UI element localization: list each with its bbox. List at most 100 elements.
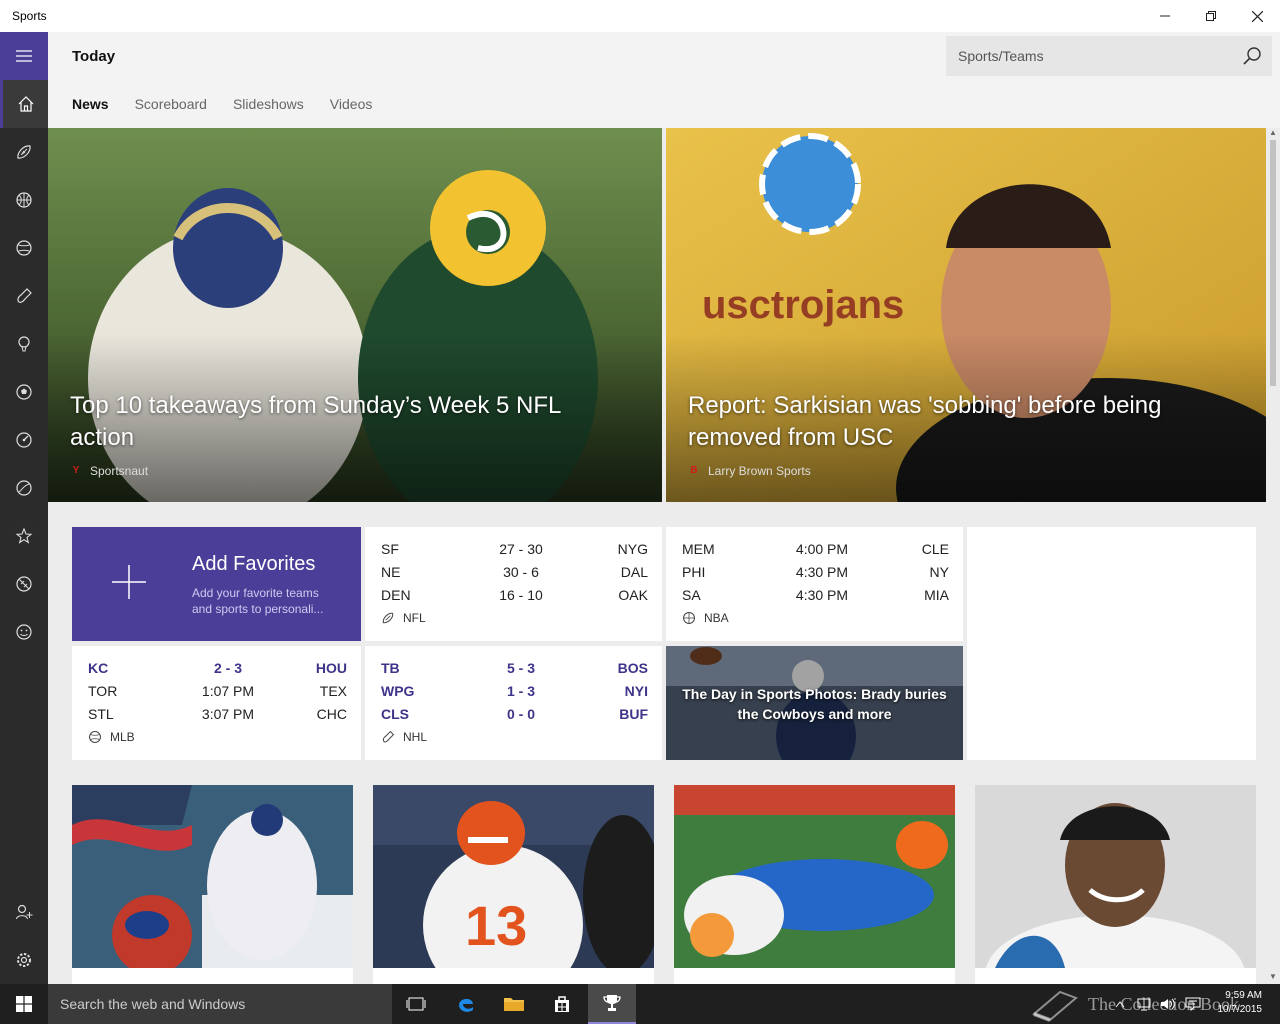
home-icon bbox=[18, 96, 33, 112]
start-button[interactable] bbox=[0, 984, 48, 1024]
rail-item-racing[interactable] bbox=[0, 416, 48, 464]
hero-story-nfl[interactable]: Top 10 takeaways from Sunday’s Week 5 NF… bbox=[48, 128, 662, 502]
folder-icon bbox=[504, 998, 524, 1011]
rail-item-soccer[interactable] bbox=[0, 368, 48, 416]
story-thumbnail-mets[interactable] bbox=[72, 785, 353, 968]
score-row: DEN 16 - 10 OAK bbox=[381, 587, 648, 603]
restore-icon bbox=[1206, 11, 1216, 21]
rail-item-home[interactable] bbox=[0, 80, 48, 128]
hamburger-icon bbox=[16, 50, 32, 62]
volume-icon bbox=[1161, 998, 1175, 1010]
score-row: NE 30 - 6 DAL bbox=[381, 564, 648, 580]
league-label: NFL bbox=[381, 611, 426, 625]
search-box[interactable] bbox=[946, 36, 1272, 76]
rail-item-football[interactable] bbox=[0, 128, 48, 176]
search-icon[interactable] bbox=[1242, 46, 1262, 66]
tab-slideshows[interactable]: Slideshows bbox=[233, 96, 304, 112]
minimize-button[interactable] bbox=[1142, 0, 1188, 32]
scroll-up-icon[interactable]: ▲ bbox=[1269, 128, 1277, 137]
tennis-icon bbox=[16, 480, 32, 496]
taskbar-clock[interactable]: 9:59 AM 10/7/2015 bbox=[1218, 989, 1263, 1017]
hero-source: Y Sportsnaut bbox=[70, 464, 148, 478]
clock-time: 9:59 AM bbox=[1225, 990, 1262, 1001]
chevron-up-icon bbox=[1115, 1001, 1125, 1008]
rail-item-favorites[interactable] bbox=[0, 512, 48, 560]
rail-item-basketball[interactable] bbox=[0, 176, 48, 224]
scores-card-nfl[interactable]: SF 27 - 30 NYG NE 30 - 6 DAL DEN 16 - 10 OAK N… bbox=[365, 527, 662, 641]
tab-scoreboard[interactable]: Scoreboard bbox=[135, 96, 207, 112]
rail-item-rugby[interactable] bbox=[0, 560, 48, 608]
rail-item-account[interactable] bbox=[0, 888, 48, 936]
thumbnail-image-football-tackle bbox=[674, 785, 955, 968]
scrollbar-thumb[interactable] bbox=[1270, 140, 1276, 386]
thumbnail-caption-strip bbox=[373, 968, 654, 984]
file-explorer-button[interactable] bbox=[490, 984, 538, 1024]
photo-caption: The Day in Sports Photos: Brady buries t… bbox=[682, 686, 947, 722]
rail-item-hockey[interactable] bbox=[0, 272, 48, 320]
hockey-icon bbox=[382, 730, 395, 743]
clock-date: 10/7/2015 bbox=[1217, 1004, 1263, 1015]
score-row: SF 27 - 30 NYG bbox=[381, 541, 648, 557]
plus-icon bbox=[112, 565, 146, 599]
close-button[interactable] bbox=[1234, 0, 1280, 32]
thumbnail-caption-strip bbox=[975, 968, 1256, 984]
basketball-icon bbox=[16, 192, 32, 208]
tab-videos[interactable]: Videos bbox=[330, 96, 373, 112]
taskbar: Search the web and Windows The Collectio… bbox=[0, 984, 1280, 1024]
score-row: MEM 4:00 PM CLE bbox=[682, 541, 949, 557]
page-title: Today bbox=[72, 48, 116, 65]
rail-item-settings[interactable] bbox=[0, 936, 48, 984]
score-row: PHI 4:30 PM NY bbox=[682, 564, 949, 580]
rail-item-baseball[interactable] bbox=[0, 224, 48, 272]
scores-card-mlb[interactable]: KC 2 - 3 HOU TOR 1:07 PM TEX STL 3:07 PM CHC M… bbox=[72, 646, 361, 760]
hero-source: B Larry Brown Sports bbox=[688, 464, 810, 478]
book-logo-icon bbox=[1032, 990, 1078, 1022]
add-favorites-subtitle: Add your favorite teams and sports to pe… bbox=[192, 586, 324, 616]
taskbar-search[interactable]: Search the web and Windows bbox=[48, 984, 392, 1024]
rail-item-tennis[interactable] bbox=[0, 464, 48, 512]
tray-network-button[interactable] bbox=[1132, 984, 1156, 1024]
hero-story-usc[interactable]: usctrojans Report: Sarkisian was 'sobbin… bbox=[666, 128, 1266, 502]
golf-icon bbox=[18, 336, 30, 352]
minimize-icon bbox=[1160, 15, 1170, 17]
rail-item-fantasy[interactable] bbox=[0, 608, 48, 656]
search-input[interactable] bbox=[946, 48, 1226, 64]
add-favorites-card[interactable]: Add Favorites Add your favorite teams an… bbox=[72, 527, 361, 641]
hamburger-menu-button[interactable] bbox=[0, 32, 48, 80]
tray-notifications-button[interactable] bbox=[1180, 984, 1206, 1024]
story-thumbnail-gators[interactable] bbox=[674, 785, 955, 968]
tray-overflow-button[interactable] bbox=[1108, 984, 1132, 1024]
tray-volume-button[interactable] bbox=[1156, 984, 1180, 1024]
league-label: MLB bbox=[88, 730, 135, 744]
score-row: TOR 1:07 PM TEX bbox=[88, 683, 347, 699]
edge-browser-button[interactable] bbox=[442, 984, 490, 1024]
store-icon bbox=[555, 996, 569, 1012]
tab-news[interactable]: News bbox=[72, 96, 109, 112]
photo-story-card[interactable]: The Day in Sports Photos: Brady buries t… bbox=[666, 646, 963, 760]
scores-card-nhl[interactable]: TB 5 - 3 BOS WPG 1 - 3 NYI CLS 0 - 0 BUF NHL bbox=[365, 646, 662, 760]
empty-panel bbox=[967, 527, 1256, 760]
vertical-scrollbar[interactable]: ▲ ▼ bbox=[1266, 128, 1280, 984]
task-view-button[interactable] bbox=[392, 984, 440, 1024]
restore-button[interactable] bbox=[1188, 0, 1234, 32]
app-title: Sports bbox=[12, 9, 47, 23]
network-icon bbox=[1137, 998, 1151, 1011]
store-button[interactable] bbox=[538, 984, 586, 1024]
favorites-icon bbox=[15, 527, 33, 544]
football-icon bbox=[17, 145, 31, 159]
hero-headline: Top 10 takeaways from Sunday’s Week 5 NF… bbox=[70, 392, 561, 451]
navigation-rail bbox=[0, 32, 48, 984]
score-row: SA 4:30 PM MIA bbox=[682, 587, 949, 603]
rail-item-golf[interactable] bbox=[0, 320, 48, 368]
story-thumbnail-browns[interactable]: 13 bbox=[373, 785, 654, 968]
score-row-live: KC 2 - 3 HOU bbox=[88, 660, 347, 676]
story-thumbnail-lions[interactable] bbox=[975, 785, 1256, 968]
task-view-icon bbox=[406, 997, 426, 1011]
baseball-icon bbox=[16, 240, 32, 256]
close-icon bbox=[1251, 10, 1263, 22]
scores-card-nba[interactable]: MEM 4:00 PM CLE PHI 4:30 PM NY SA 4:30 PM MIA … bbox=[666, 527, 963, 641]
score-row-live: TB 5 - 3 BOS bbox=[381, 660, 648, 676]
sports-app-button[interactable] bbox=[588, 984, 636, 1024]
racing-icon bbox=[16, 432, 32, 448]
scroll-down-icon[interactable]: ▼ bbox=[1269, 972, 1277, 981]
